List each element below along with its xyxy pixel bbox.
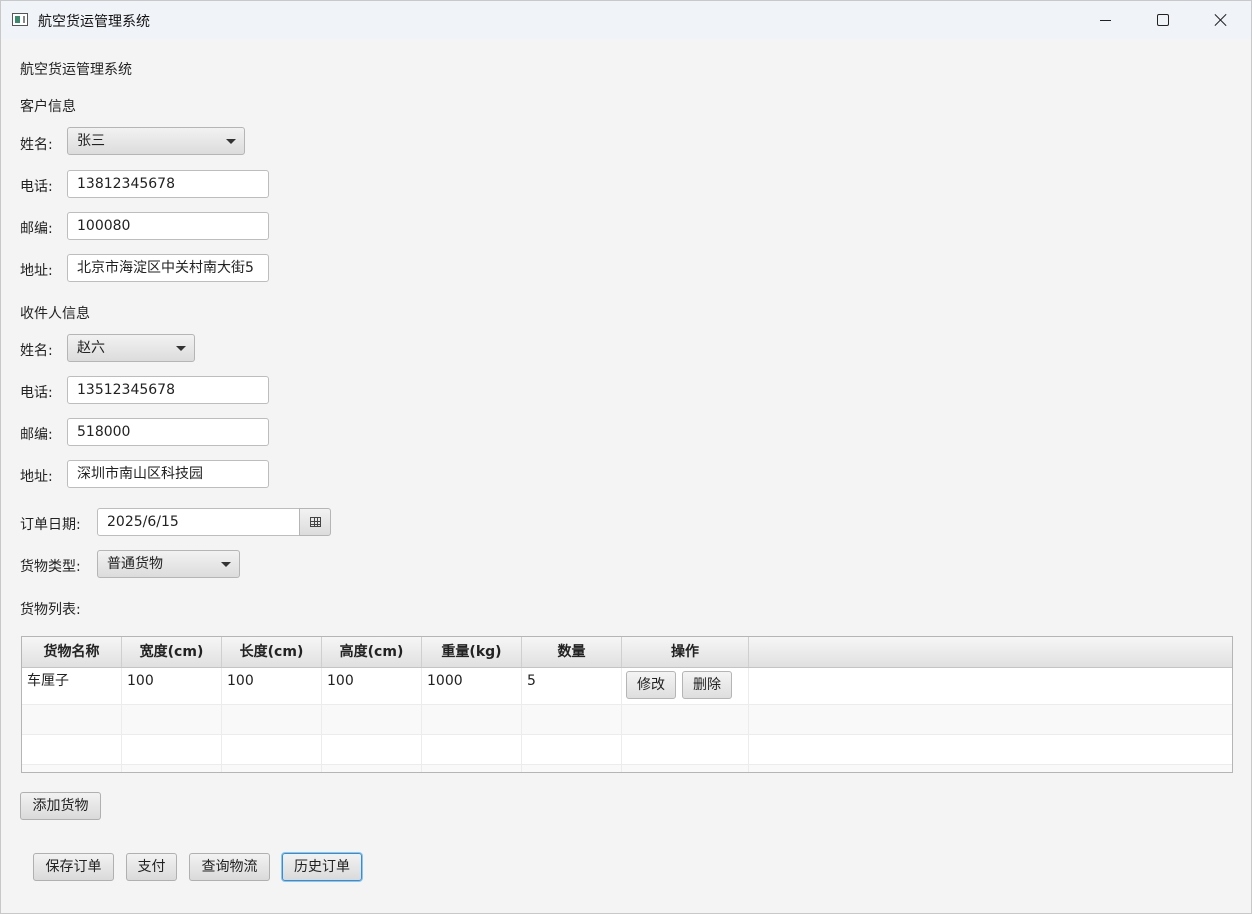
empty-cell xyxy=(622,705,749,735)
empty-cell xyxy=(322,765,422,772)
pay-button[interactable]: 支付 xyxy=(126,853,177,881)
recipient-zip-field[interactable]: 518000 xyxy=(67,418,269,446)
order-date-field[interactable]: 2025/6/15 xyxy=(97,508,301,536)
track-logistics-button[interactable]: 查询物流 xyxy=(189,853,270,881)
save-order-button[interactable]: 保存订单 xyxy=(33,853,114,881)
window-title: 航空货运管理系统 xyxy=(38,14,150,30)
column-header[interactable]: 高度(cm) xyxy=(322,637,422,667)
cargo-list-label: 货物列表: xyxy=(20,602,81,618)
chevron-down-icon xyxy=(221,562,231,567)
empty-cell xyxy=(622,735,749,765)
cargo-width-cell: 100 xyxy=(122,668,222,704)
empty-cell xyxy=(122,735,222,765)
minimize-icon xyxy=(1099,19,1111,21)
empty-cell xyxy=(522,705,622,735)
cargo-type-select[interactable]: 普通货物 xyxy=(97,550,240,578)
recipient-address-label: 地址: xyxy=(20,469,53,485)
close-button[interactable] xyxy=(1192,1,1250,39)
empty-cell xyxy=(522,765,622,772)
recipient-phone-label: 电话: xyxy=(20,385,53,401)
history-orders-button[interactable]: 历史订单 xyxy=(282,853,362,881)
empty-cell xyxy=(622,765,749,772)
order-date-label: 订单日期: xyxy=(20,517,81,533)
cargo-name-cell: 车厘子 xyxy=(22,668,122,704)
customer-name-label: 姓名: xyxy=(20,137,53,153)
empty-table-row xyxy=(22,704,1232,735)
app-window: 航空货运管理系统 航空货运管理系统 客户信息 姓名: 张三 电话: 138123… xyxy=(0,0,1252,914)
column-header[interactable]: 操作 xyxy=(622,637,749,667)
recipient-name-value: 赵六 xyxy=(77,340,105,356)
empty-cell xyxy=(22,735,122,765)
column-header[interactable]: 宽度(cm) xyxy=(122,637,222,667)
cargo-qty-cell: 5 xyxy=(522,668,622,704)
column-header[interactable]: 长度(cm) xyxy=(222,637,322,667)
recipient-name-select[interactable]: 赵六 xyxy=(67,334,195,362)
delete-cargo-button[interactable]: 删除 xyxy=(682,671,732,699)
cargo-type-label: 货物类型: xyxy=(20,559,81,575)
date-picker-button[interactable] xyxy=(299,508,331,536)
cargo-type-value: 普通货物 xyxy=(107,556,163,572)
customer-phone-field[interactable]: 13812345678 xyxy=(67,170,269,198)
table-row[interactable]: 车厘子 100 100 100 1000 5 修改 删除 xyxy=(22,668,1232,704)
app-icon xyxy=(12,13,28,26)
cargo-table: 货物名称 宽度(cm) 长度(cm) 高度(cm) 重量(kg) 数量 操作 车… xyxy=(21,636,1233,773)
column-header[interactable]: 数量 xyxy=(522,637,622,667)
column-header[interactable]: 货物名称 xyxy=(22,637,122,667)
calendar-icon xyxy=(309,517,321,527)
minimize-button[interactable] xyxy=(1076,1,1134,39)
cargo-height-cell: 100 xyxy=(322,668,422,704)
maximize-button[interactable] xyxy=(1134,1,1192,39)
close-icon xyxy=(1214,13,1228,27)
customer-zip-field[interactable]: 100080 xyxy=(67,212,269,240)
customer-name-select[interactable]: 张三 xyxy=(67,127,245,155)
customer-address-label: 地址: xyxy=(20,263,53,279)
empty-cell xyxy=(322,735,422,765)
empty-cell xyxy=(422,765,522,772)
page-title: 航空货运管理系统 xyxy=(20,62,132,78)
empty-cell xyxy=(322,705,422,735)
empty-cell xyxy=(22,765,122,772)
empty-cell xyxy=(222,735,322,765)
empty-cell xyxy=(222,765,322,772)
cargo-length-cell: 100 xyxy=(222,668,322,704)
recipient-section-title: 收件人信息 xyxy=(20,306,90,322)
empty-cell xyxy=(422,705,522,735)
customer-section-title: 客户信息 xyxy=(20,99,76,115)
empty-table-row xyxy=(22,764,1232,772)
chevron-down-icon xyxy=(226,139,236,144)
chevron-down-icon xyxy=(176,346,186,351)
maximize-icon xyxy=(1157,14,1169,26)
empty-cell xyxy=(522,735,622,765)
recipient-zip-label: 邮编: xyxy=(20,427,53,443)
cargo-weight-cell: 1000 xyxy=(422,668,522,704)
recipient-address-field[interactable]: 深圳市南山区科技园 xyxy=(67,460,269,488)
column-header[interactable]: 重量(kg) xyxy=(422,637,522,667)
cargo-actions-cell: 修改 删除 xyxy=(622,668,749,704)
empty-cell xyxy=(422,735,522,765)
empty-cell xyxy=(122,705,222,735)
customer-name-value: 张三 xyxy=(77,133,105,149)
empty-cell xyxy=(22,705,122,735)
edit-cargo-button[interactable]: 修改 xyxy=(626,671,676,699)
recipient-name-label: 姓名: xyxy=(20,343,53,359)
empty-cell xyxy=(122,765,222,772)
customer-phone-label: 电话: xyxy=(20,179,53,195)
customer-zip-label: 邮编: xyxy=(20,221,53,237)
empty-cell xyxy=(222,705,322,735)
recipient-phone-field[interactable]: 13512345678 xyxy=(67,376,269,404)
empty-table-row xyxy=(22,734,1232,765)
customer-address-field[interactable]: 北京市海淀区中关村南大街5 xyxy=(67,254,269,282)
title-bar: 航空货运管理系统 xyxy=(1,1,1251,39)
table-header: 货物名称 宽度(cm) 长度(cm) 高度(cm) 重量(kg) 数量 操作 xyxy=(22,637,1232,668)
add-cargo-button[interactable]: 添加货物 xyxy=(20,792,101,820)
